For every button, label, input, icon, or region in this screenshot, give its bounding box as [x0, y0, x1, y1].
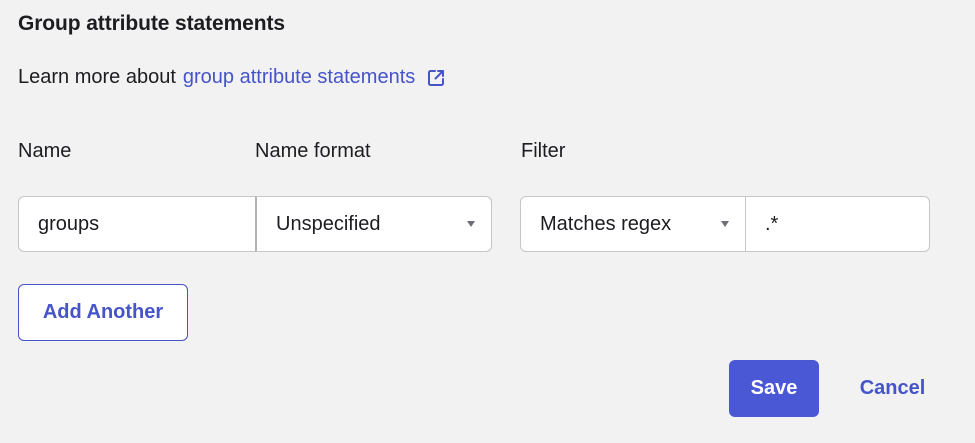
- name-input[interactable]: groups: [18, 196, 256, 252]
- save-button[interactable]: Save: [729, 360, 819, 417]
- name-column-label: Name: [18, 140, 72, 162]
- group-attribute-statements-panel: Group attribute statements Learn more ab…: [0, 0, 975, 443]
- external-link-icon[interactable]: [426, 68, 446, 88]
- name-format-select[interactable]: Unspecified: [255, 196, 492, 252]
- name-input-value: groups: [38, 212, 100, 235]
- filter-type-select[interactable]: Matches regex: [520, 196, 746, 252]
- learn-more-line: Learn more about group attribute stateme…: [18, 66, 446, 89]
- add-another-button[interactable]: Add Another: [18, 284, 188, 341]
- cancel-button[interactable]: Cancel: [845, 360, 940, 417]
- filter-type-selected-value: Matches regex: [540, 212, 672, 235]
- filter-column-label: Filter: [521, 140, 566, 162]
- name-format-selected-value: Unspecified: [276, 212, 381, 235]
- group-attribute-statements-link[interactable]: group attribute statements: [183, 66, 415, 89]
- learn-more-prefix: Learn more about: [18, 66, 176, 88]
- section-title: Group attribute statements: [18, 12, 285, 35]
- caret-down-icon: [721, 221, 729, 227]
- caret-down-icon: [467, 221, 475, 227]
- name-format-column-label: Name format: [255, 140, 371, 162]
- filter-value-text: .*: [765, 212, 779, 235]
- filter-value-input[interactable]: .*: [745, 196, 930, 252]
